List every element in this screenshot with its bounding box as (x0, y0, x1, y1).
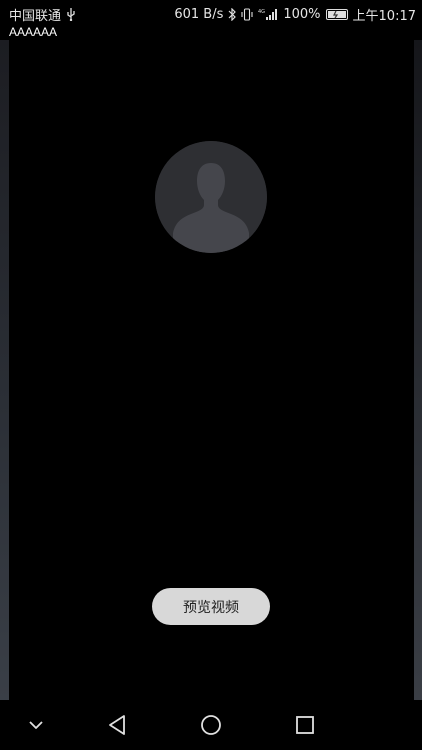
recents-square-icon (296, 716, 314, 734)
home-button[interactable] (187, 700, 235, 750)
back-button[interactable] (93, 700, 141, 750)
wallpaper-edge-left (0, 40, 9, 700)
recents-button[interactable] (281, 700, 329, 750)
collapse-nav-button[interactable] (12, 700, 60, 750)
signal-type-label: 4G (258, 9, 265, 15)
battery-icon (325, 8, 348, 20)
back-triangle-icon (109, 715, 125, 735)
chevron-down-icon (29, 721, 43, 729)
navigation-bar (0, 700, 422, 750)
status-bar-left: 中国联通 (9, 5, 76, 24)
person-silhouette-icon (155, 141, 267, 253)
bluetooth-icon (228, 7, 237, 21)
network-speed: 601 B/s (174, 6, 224, 22)
signal-icon: 4G (258, 8, 278, 21)
avatar (155, 141, 267, 253)
status-bar-right: 601 B/s 4G 100% 上午10:17 (174, 5, 416, 24)
status-bar: 中国联通 601 B/s 4G 100% 上午10:17 (0, 0, 422, 28)
usb-icon (66, 7, 76, 21)
wallpaper-edge-right (414, 40, 422, 700)
home-circle-icon (201, 715, 221, 735)
preview-video-button[interactable]: 预览视频 (152, 588, 270, 625)
clock: 上午10:17 (352, 8, 416, 24)
carrier-name: 中国联通 (9, 8, 62, 24)
screen: 中国联通 601 B/s 4G 100% 上午10:17 AAAAAA 预览视频 (0, 0, 422, 750)
app-title-label: AAAAAA (9, 25, 58, 39)
vibrate-icon (241, 7, 253, 21)
battery-percent: 100% (283, 6, 321, 22)
